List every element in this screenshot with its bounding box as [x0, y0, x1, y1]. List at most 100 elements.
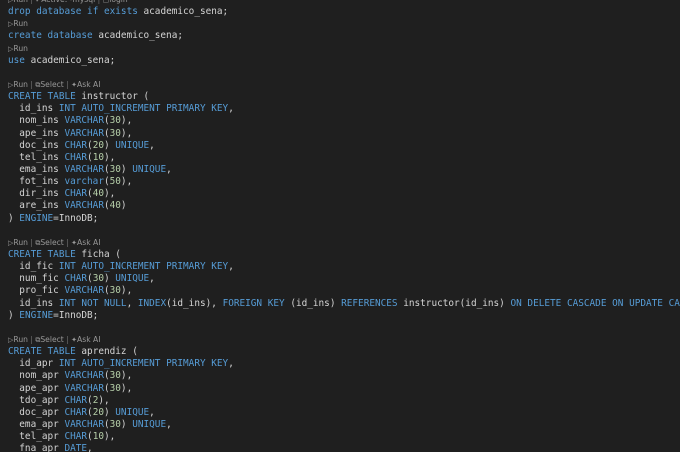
sql-keyword: KEY — [211, 358, 229, 370]
codelens-ask-ai-button[interactable]: ✦Ask AI — [71, 335, 100, 344]
codelens-label: Run — [13, 79, 28, 89]
code-text: , — [149, 273, 155, 285]
code-text: ), — [120, 382, 133, 394]
code-line[interactable]: dir_ins CHAR(40), — [8, 188, 680, 200]
sql-editor[interactable]: ▷Run | ✓Active: -mysql | ▢login drop dat… — [0, 0, 680, 452]
codelens-label: Run — [13, 19, 28, 29]
code-text: doc_apr — [8, 406, 65, 418]
code-text: id_ins — [8, 297, 59, 309]
sql-keyword: INT — [58, 103, 76, 115]
sql-keyword: UPDATE — [629, 297, 663, 309]
codelens-run-button[interactable]: ▷Run — [8, 80, 28, 89]
sql-keyword: VARCHAR — [64, 163, 104, 175]
sql-keyword: INT — [58, 358, 76, 370]
number-literal: 30 — [109, 127, 121, 139]
code-line[interactable]: tel_ins CHAR(10), — [8, 152, 680, 164]
codelens-active-mysql-button[interactable]: ✓Active: -mysql — [35, 0, 95, 4]
code-line[interactable]: tel_apr CHAR(10), — [8, 431, 680, 443]
codelens-login-button[interactable]: ▢login — [103, 0, 128, 4]
code-line[interactable]: doc_ins CHAR(20) UNIQUE, — [8, 140, 680, 152]
code-text: ape_ins — [8, 127, 65, 139]
code-line[interactable]: id_ins INT AUTO_INCREMENT PRIMARY KEY, — [8, 103, 680, 115]
code-line[interactable]: ema_apr VARCHAR(30) UNIQUE, — [8, 419, 680, 431]
codelens-select-button[interactable]: ⧉Select — [35, 80, 63, 89]
codelens-label: Select — [40, 334, 64, 344]
sql-keyword: ENGINE — [19, 309, 54, 321]
sql-keyword: CHAR — [64, 394, 88, 406]
code-text: doc_ins — [8, 139, 65, 151]
sql-keyword: INDEX — [137, 297, 167, 309]
codelens-ask-ai-button[interactable]: ✦Ask AI — [71, 80, 100, 89]
code-line[interactable]: CREATE TABLE aprendiz ( — [8, 346, 680, 358]
code-line[interactable]: id_ins INT NOT NULL, INDEX(id_ins), FORE… — [8, 298, 680, 310]
code-line[interactable]: doc_apr CHAR(20) UNIQUE, — [8, 407, 680, 419]
code-text: ), — [98, 394, 110, 406]
code-line[interactable]: tdo_apr CHAR(2), — [8, 395, 680, 407]
codelens-run-button[interactable]: ▷Run — [8, 238, 28, 247]
code-text: ), — [120, 370, 133, 382]
codelens-ask-ai-button[interactable]: ✦Ask AI — [71, 238, 100, 247]
code-line[interactable]: ape_apr VARCHAR(30), — [8, 383, 680, 395]
sql-keyword: VARCHAR — [64, 418, 104, 430]
sql-keyword: TABLE — [47, 248, 76, 260]
code-text: nom_ins — [8, 115, 65, 127]
codelens-label: Ask AI — [77, 334, 101, 344]
code-line[interactable]: are_ins VARCHAR(40) — [8, 200, 680, 212]
codelens-run-button[interactable]: ▷Run — [8, 19, 28, 28]
code-area[interactable]: drop database if exists academico_sena; ▷… — [8, 6, 680, 452]
code-line[interactable]: id_fic INT AUTO_INCREMENT PRIMARY KEY, — [8, 261, 680, 273]
sql-keyword: CASCADE — [668, 297, 680, 309]
code-text: tel_ins — [8, 151, 65, 163]
sql-keyword: KEY — [211, 261, 229, 273]
code-line[interactable]: fot_ins varchar(50), — [8, 176, 680, 188]
sql-keyword: create — [8, 30, 42, 42]
number-literal: 40 — [109, 200, 121, 212]
codelens-select-button[interactable]: ⧉Select — [35, 335, 63, 344]
codelens-run-button[interactable]: ▷Run — [8, 335, 28, 344]
number-literal: 20 — [92, 406, 104, 418]
code-line[interactable]: ) ENGINE=InnoDB; — [8, 310, 680, 322]
code-line[interactable]: CREATE TABLE ficha ( — [8, 249, 680, 261]
code-text: , — [149, 139, 155, 151]
codelens-select-button[interactable]: ⧉Select — [35, 238, 63, 247]
code-text: (id_ins) — [284, 297, 342, 309]
code-text: academico_sena; — [137, 6, 229, 18]
code-line[interactable]: use academico_sena; — [8, 55, 680, 67]
code-line[interactable]: ape_ins VARCHAR(30), — [8, 128, 680, 140]
sql-keyword: if — [87, 6, 99, 18]
code-text: ) — [103, 406, 116, 418]
code-line[interactable]: num_fic CHAR(30) UNIQUE, — [8, 273, 680, 285]
code-text: ) — [8, 309, 20, 321]
codelens-label: Run — [13, 43, 28, 53]
code-line[interactable]: create database academico_sena; — [8, 30, 680, 42]
sql-keyword: UNIQUE — [115, 273, 150, 285]
code-text: , — [87, 443, 93, 452]
sql-keyword: database — [36, 6, 82, 18]
sql-keyword: VARCHAR — [64, 382, 104, 394]
code-line[interactable]: CREATE TABLE instructor ( — [8, 91, 680, 103]
codelens-run-button[interactable]: ▷Run — [8, 0, 28, 4]
sql-keyword: TABLE — [47, 91, 76, 103]
code-text: ), — [120, 127, 133, 139]
number-literal: 30 — [109, 285, 121, 297]
code-line[interactable]: pro_fic VARCHAR(30), — [8, 285, 680, 297]
code-text: dir_ins — [8, 188, 65, 200]
sql-keyword: ENGINE — [19, 212, 54, 224]
code-text: nom_apr — [8, 370, 65, 382]
sql-keyword: database — [47, 30, 93, 42]
sql-keyword: PRIMARY — [166, 261, 206, 273]
code-text: ficha ( — [75, 248, 121, 260]
code-line[interactable]: drop database if exists academico_sena; — [8, 6, 680, 18]
sql-keyword: DELETE — [527, 297, 562, 309]
code-line[interactable]: nom_apr VARCHAR(30), — [8, 370, 680, 382]
code-text: , — [126, 297, 138, 309]
code-line[interactable]: ema_ins VARCHAR(30) UNIQUE, — [8, 164, 680, 176]
codelens-run-button[interactable]: ▷Run — [8, 44, 28, 53]
codelens: ▷Run | ⧉Select | ✦Ask AI — [8, 237, 680, 249]
code-line[interactable]: fna_apr DATE, — [8, 443, 680, 452]
code-line[interactable]: nom_ins VARCHAR(30), — [8, 115, 680, 127]
code-line[interactable]: ) ENGINE=InnoDB; — [8, 213, 680, 225]
code-line[interactable]: id_apr INT AUTO_INCREMENT PRIMARY KEY, — [8, 358, 680, 370]
